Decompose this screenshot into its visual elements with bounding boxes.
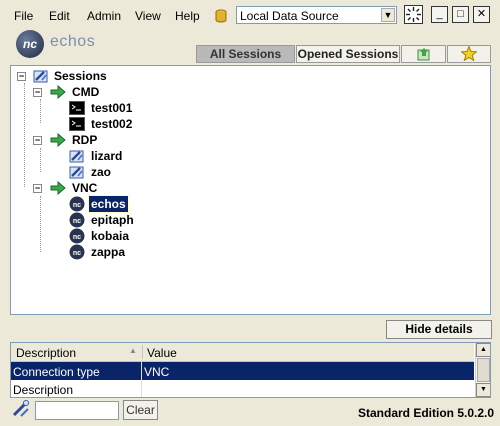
menu-view[interactable]: View (135, 9, 161, 23)
tree-group-label: VNC (72, 181, 98, 195)
vnc-icon: nc (69, 196, 85, 212)
tree-connector (24, 83, 25, 187)
tree-item-label: test001 (91, 101, 133, 115)
tab-recent[interactable] (401, 45, 446, 63)
vnc-icon: nc (69, 212, 85, 228)
recent-sessions-icon (417, 48, 429, 61)
svg-text:nc: nc (73, 234, 81, 241)
column-divider[interactable] (142, 345, 143, 359)
data-source-value: Local Data Source (240, 9, 339, 23)
tab-all-sessions[interactable]: All Sessions (196, 45, 295, 63)
column-header-description[interactable]: Description (16, 346, 76, 360)
tree-connector (40, 196, 41, 252)
terminal-icon (69, 101, 85, 115)
details-scrollbar[interactable]: ▲ ▼ (475, 343, 490, 397)
collapse-icon[interactable]: − (33, 184, 42, 193)
menu-edit[interactable]: Edit (49, 9, 70, 23)
tab-opened-sessions[interactable]: Opened Sessions (296, 45, 400, 63)
tree-item-label: epitaph (91, 213, 134, 227)
scroll-up-icon[interactable]: ▲ (476, 343, 490, 357)
search-input[interactable] (35, 401, 119, 420)
tree-group-label: RDP (72, 133, 98, 147)
tree-item-label: zao (91, 165, 112, 179)
property-name: Connection type (13, 365, 100, 379)
column-divider (141, 362, 142, 380)
chevron-down-icon[interactable]: ▼ (381, 8, 395, 22)
tree-item-label: lizard (91, 149, 123, 163)
collapse-icon[interactable]: − (33, 136, 42, 145)
details-row[interactable]: Description (11, 380, 474, 397)
sessions-root-icon (33, 70, 48, 83)
rdp-icon (69, 150, 84, 163)
tree-connector (40, 148, 41, 172)
property-name: Description (13, 383, 74, 397)
collapse-icon[interactable]: − (33, 88, 42, 97)
tree-connector (40, 99, 41, 123)
column-divider (141, 380, 142, 397)
menu-bar: File Edit Admin View Help Local Data Sou… (0, 0, 500, 30)
connection-status-icon[interactable] (404, 5, 423, 24)
clear-button[interactable]: Clear (123, 400, 158, 420)
tree-item-label: echos (88, 195, 129, 213)
tree-item-label: kobaia (91, 229, 130, 243)
scroll-down-icon[interactable]: ▼ (476, 383, 490, 397)
menu-admin[interactable]: Admin (87, 9, 121, 23)
details-row[interactable]: Connection type VNC (11, 362, 474, 380)
vnc-icon: nc (69, 228, 85, 244)
collapse-icon[interactable]: − (17, 72, 26, 81)
tab-favorites[interactable] (447, 45, 491, 63)
hide-details-button[interactable]: Hide details (386, 320, 492, 339)
minimize-button[interactable]: _ (431, 6, 448, 23)
rdp-icon (69, 166, 84, 179)
database-icon (215, 9, 227, 23)
svg-text:nc: nc (73, 202, 81, 209)
maximize-button[interactable]: □ (452, 6, 469, 23)
tree-item-label: zappa (91, 245, 126, 259)
menu-help[interactable]: Help (175, 9, 200, 23)
column-header-value[interactable]: Value (147, 346, 177, 360)
session-tree[interactable]: − Sessions − CMD test001 test002 − RDP l… (10, 65, 491, 315)
details-grid[interactable]: Description ▲ Value Connection type VNC … (10, 342, 491, 398)
tree-item-label: test002 (91, 117, 133, 131)
close-button[interactable]: ✕ (473, 6, 490, 23)
group-arrow-icon (50, 132, 66, 148)
tree-group-label: CMD (72, 85, 100, 99)
star-icon (460, 45, 478, 62)
group-arrow-icon (50, 84, 66, 100)
quick-connect-icon[interactable] (11, 399, 31, 419)
vnc-icon: nc (69, 244, 85, 260)
svg-text:nc: nc (73, 218, 81, 225)
group-arrow-icon (50, 180, 66, 196)
tree-root-label: Sessions (54, 69, 107, 83)
terminal-icon (69, 117, 85, 131)
sort-ascending-icon: ▲ (129, 346, 137, 355)
data-source-dropdown[interactable]: Local Data Source ▼ (236, 6, 397, 24)
app-logo: nc (16, 30, 44, 58)
menu-file[interactable]: File (14, 9, 33, 23)
edition-label: Standard Edition 5.0.2.0 (358, 406, 495, 420)
property-value: VNC (144, 365, 170, 379)
scroll-thumb[interactable] (477, 358, 490, 382)
svg-text:nc: nc (73, 250, 81, 257)
details-header: Description ▲ Value (11, 343, 474, 362)
app-name: echos (50, 33, 96, 50)
